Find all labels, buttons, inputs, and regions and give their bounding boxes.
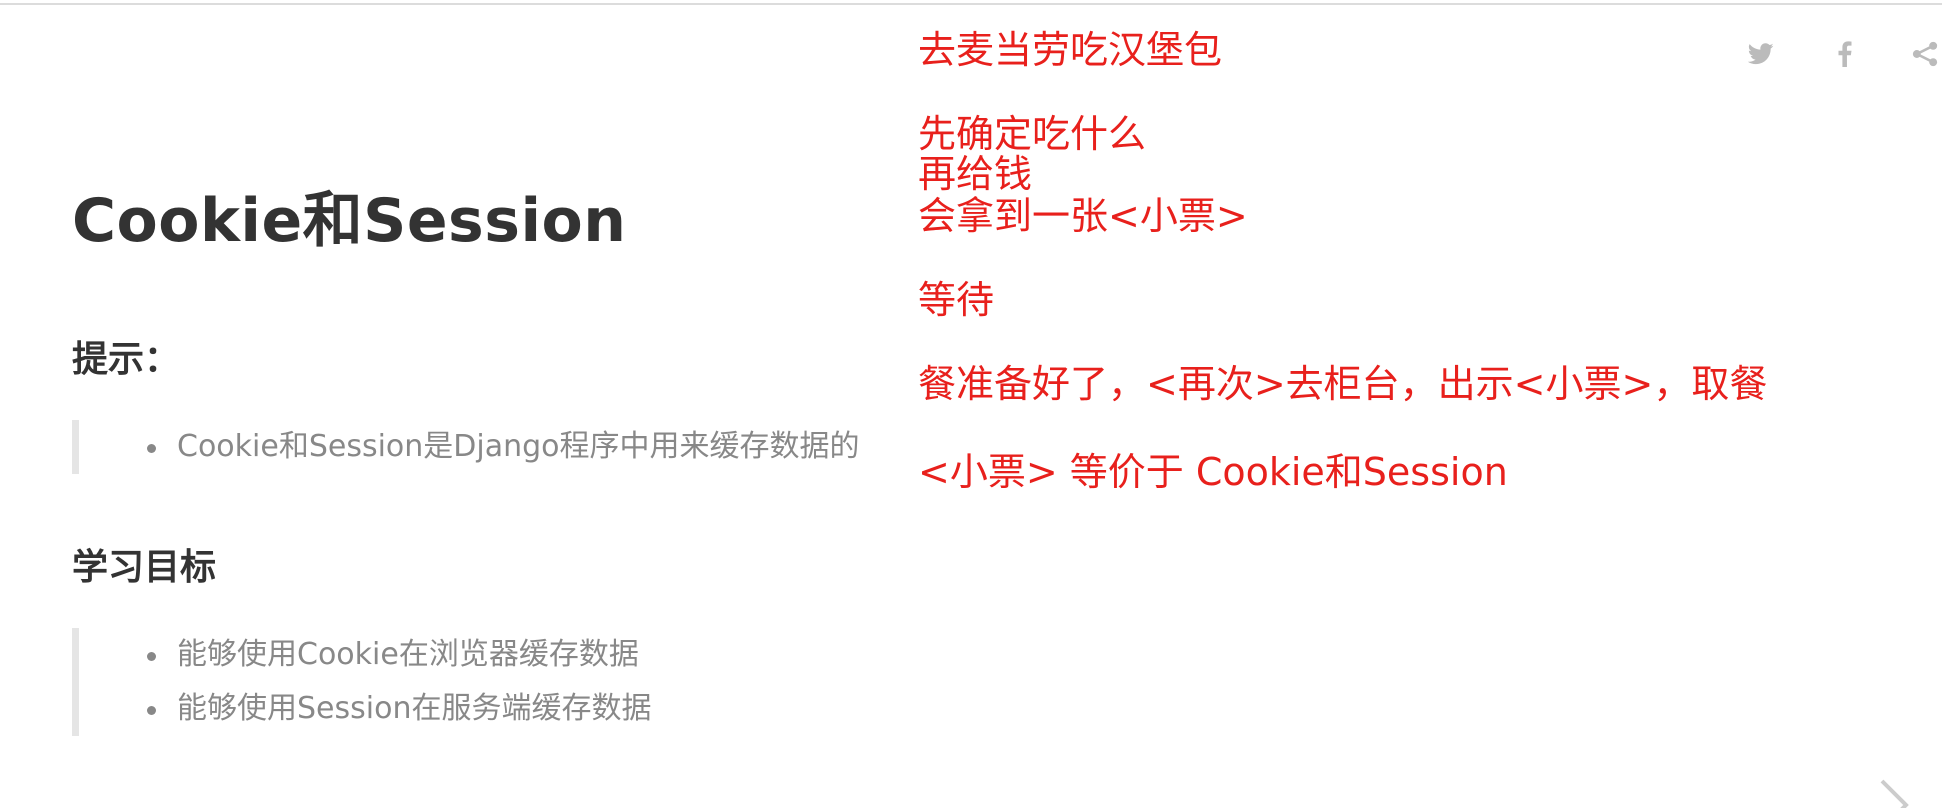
- goals-list: 能够使用Cookie在浏览器缓存数据 能够使用Session在服务端缓存数据: [79, 628, 651, 736]
- annotation-line: 餐准备好了，<再次>去柜台，出示<小票>，取餐: [918, 362, 1768, 406]
- goals-heading: 学习目标: [72, 547, 217, 588]
- facebook-icon[interactable]: [1830, 38, 1860, 70]
- annotation-line: <小票> 等价于 Cookie和Session: [918, 450, 1508, 494]
- top-border: [0, 0, 1942, 5]
- hint-heading: 提示：: [72, 339, 181, 380]
- annotation-line: 等待: [918, 278, 995, 322]
- hint-blockquote: Cookie和Session是Django程序中用来缓存数据的: [72, 420, 860, 474]
- goals-blockquote: 能够使用Cookie在浏览器缓存数据 能够使用Session在服务端缓存数据: [72, 628, 651, 736]
- hint-list: Cookie和Session是Django程序中用来缓存数据的: [79, 420, 860, 474]
- twitter-icon[interactable]: [1746, 38, 1776, 70]
- annotation-line: 再给钱: [918, 152, 1033, 196]
- annotation-line: 去麦当劳吃汉堡包: [918, 28, 1223, 72]
- list-item: 能够使用Cookie在浏览器缓存数据: [146, 628, 651, 682]
- annotation-line: 会拿到一张<小票>: [918, 194, 1248, 238]
- annotation-line: 先确定吃什么: [918, 112, 1147, 156]
- list-item: 能够使用Session在服务端缓存数据: [146, 682, 651, 736]
- page-title: Cookie和Session: [72, 186, 627, 256]
- chevron-right-icon[interactable]: [1876, 778, 1916, 808]
- list-item: Cookie和Session是Django程序中用来缓存数据的: [147, 420, 860, 474]
- share-icon[interactable]: [1910, 38, 1940, 70]
